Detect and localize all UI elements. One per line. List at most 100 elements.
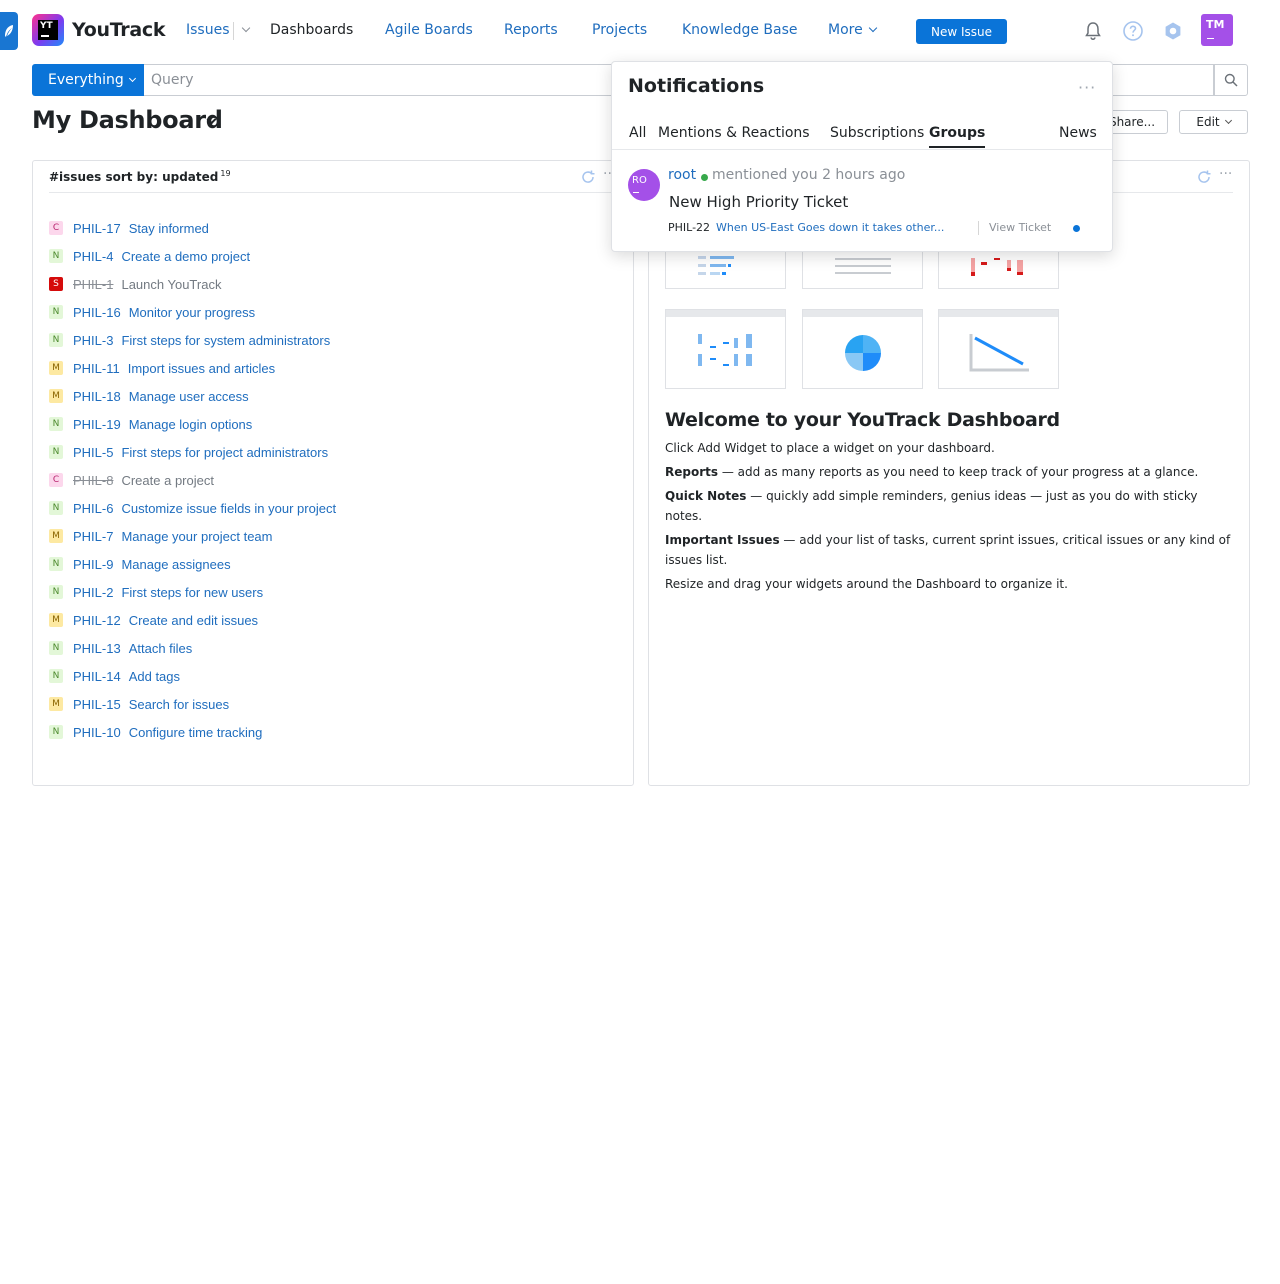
chevron-down-icon bbox=[868, 23, 877, 33]
issue-id-link[interactable]: PHIL-13 bbox=[73, 641, 121, 656]
issue-summary-link[interactable]: Configure time tracking bbox=[129, 725, 263, 740]
issue-id-link[interactable]: PHIL-1 bbox=[73, 277, 113, 292]
issue-summary-link[interactable]: First steps for project administrators bbox=[121, 445, 328, 460]
new-issue-button[interactable]: New Issue bbox=[916, 19, 1007, 44]
issue-row[interactable]: N PHIL-4 Create a demo project bbox=[49, 242, 336, 270]
issue-row[interactable]: N PHIL-19 Manage login options bbox=[49, 410, 336, 438]
refresh-icon[interactable] bbox=[580, 169, 596, 185]
issue-id-link[interactable]: PHIL-11 bbox=[73, 361, 120, 376]
tab-all[interactable]: All bbox=[629, 125, 646, 141]
issue-summary-link[interactable]: Search for issues bbox=[129, 697, 229, 712]
issue-id-link[interactable]: PHIL-17 bbox=[73, 221, 121, 236]
issue-summary-link[interactable]: Manage login options bbox=[129, 417, 253, 432]
issue-id-link[interactable]: PHIL-4 bbox=[73, 249, 113, 264]
nav-more[interactable]: More bbox=[828, 22, 877, 42]
tab-groups[interactable]: Groups bbox=[929, 125, 986, 148]
issue-id-link[interactable]: PHIL-7 bbox=[73, 529, 113, 544]
issue-summary-link[interactable]: Add tags bbox=[129, 669, 180, 684]
issue-row[interactable]: S PHIL-1 Launch YouTrack bbox=[49, 270, 336, 298]
issue-row[interactable]: N PHIL-6 Customize issue fields in your pr… bbox=[49, 494, 336, 522]
view-ticket-button[interactable]: View Ticket bbox=[989, 221, 1051, 234]
issue-row[interactable]: N PHIL-13 Attach files bbox=[49, 634, 336, 662]
help-icon[interactable] bbox=[1122, 20, 1144, 42]
nav-agile-boards[interactable]: Agile Boards bbox=[385, 22, 473, 42]
search-button[interactable] bbox=[1214, 64, 1248, 96]
unread-indicator-icon[interactable] bbox=[1073, 225, 1080, 232]
welcome-body: Click Add Widget to place a widget on yo… bbox=[665, 438, 1237, 598]
issue-summary-link[interactable]: Create a demo project bbox=[121, 249, 250, 264]
issue-id-link[interactable]: PHIL-15 bbox=[73, 697, 121, 712]
issue-summary-link[interactable]: Manage assignees bbox=[121, 557, 230, 572]
issue-row[interactable]: M PHIL-18 Manage user access bbox=[49, 382, 336, 410]
edit-button[interactable]: Edit bbox=[1179, 110, 1248, 134]
issue-row[interactable]: M PHIL-15 Search for issues bbox=[49, 690, 336, 718]
issue-id-link[interactable]: PHIL-18 bbox=[73, 389, 121, 404]
issue-summary-link[interactable]: Customize issue fields in your project bbox=[121, 501, 336, 516]
issue-row[interactable]: N PHIL-14 Add tags bbox=[49, 662, 336, 690]
nav-knowledge-base[interactable]: Knowledge Base bbox=[682, 22, 798, 42]
issue-id-link[interactable]: PHIL-6 bbox=[73, 501, 113, 516]
issue-id-link[interactable]: PHIL-12 bbox=[73, 613, 121, 628]
tab-mentions-reactions[interactable]: Mentions & Reactions bbox=[658, 125, 810, 141]
notification-user-link[interactable]: root bbox=[668, 167, 696, 183]
refresh-icon[interactable] bbox=[1196, 169, 1212, 185]
issue-id-link[interactable]: PHIL-9 bbox=[73, 557, 113, 572]
issue-summary-link[interactable]: First steps for new users bbox=[121, 585, 263, 600]
issues-widget[interactable]: #issues sort by: updated 19 ··· C PHIL-17 S… bbox=[32, 160, 634, 786]
issue-summary-link[interactable]: Attach files bbox=[129, 641, 193, 656]
priority-badge: N bbox=[49, 669, 63, 683]
issue-row[interactable]: C PHIL-17 Stay informed bbox=[49, 214, 336, 242]
issue-summary-link[interactable]: Create and edit issues bbox=[129, 613, 258, 628]
more-options-icon[interactable]: ··· bbox=[1078, 78, 1096, 97]
youtrack-logo[interactable]: YT YouTrack bbox=[32, 14, 165, 46]
issue-id-link[interactable]: PHIL-5 bbox=[73, 445, 113, 460]
issue-summary-link[interactable]: First steps for system administrators bbox=[121, 333, 330, 348]
issue-summary-link[interactable]: Manage user access bbox=[129, 389, 249, 404]
welcome-widget[interactable]: ··· Welcome to your YouTrack Dashboard C… bbox=[648, 160, 1250, 786]
user-avatar[interactable]: TM bbox=[1201, 14, 1233, 46]
nav-dashboards[interactable]: Dashboards bbox=[270, 22, 353, 42]
priority-badge: N bbox=[49, 641, 63, 655]
issue-row[interactable]: N PHIL-3 First steps for system administra… bbox=[49, 326, 336, 354]
issue-summary-link[interactable]: Monitor your progress bbox=[129, 305, 255, 320]
notification-avatar[interactable]: RO bbox=[628, 169, 660, 201]
page-title[interactable]: My Dashboard bbox=[32, 106, 223, 134]
issue-summary-link[interactable]: Launch YouTrack bbox=[121, 277, 221, 292]
notification-issue-link[interactable]: When US-East Goes down it takes other... bbox=[716, 221, 944, 234]
issue-id-link[interactable]: PHIL-10 bbox=[73, 725, 121, 740]
issue-row[interactable]: N PHIL-2 First steps for new users bbox=[49, 578, 336, 606]
issue-summary-link[interactable]: Stay informed bbox=[129, 221, 209, 236]
list-widget-preview-icon bbox=[665, 247, 786, 289]
issue-id-link[interactable]: PHIL-3 bbox=[73, 333, 113, 348]
issue-summary-link[interactable]: Import issues and articles bbox=[128, 361, 275, 376]
issue-row[interactable]: N PHIL-10 Configure time tracking bbox=[49, 718, 336, 746]
issue-row[interactable]: N PHIL-16 Monitor your progress bbox=[49, 298, 336, 326]
issue-row[interactable]: N PHIL-5 First steps for project administr… bbox=[49, 438, 336, 466]
notifications-bell-icon[interactable] bbox=[1082, 20, 1104, 42]
settings-gear-icon[interactable] bbox=[1162, 20, 1184, 42]
issue-id-link[interactable]: PHIL-16 bbox=[73, 305, 121, 320]
issue-id-link[interactable]: PHIL-8 bbox=[73, 473, 113, 488]
issue-row[interactable]: M PHIL-12 Create and edit issues bbox=[49, 606, 336, 634]
tab-subscriptions[interactable]: Subscriptions bbox=[830, 125, 924, 141]
more-options-icon[interactable]: ··· bbox=[1219, 167, 1235, 185]
app-name: YouTrack bbox=[72, 19, 166, 41]
issue-id-link[interactable]: PHIL-14 bbox=[73, 669, 121, 684]
issue-row[interactable]: C PHIL-8 Create a project bbox=[49, 466, 336, 494]
text-widget-preview-icon bbox=[802, 247, 923, 289]
issue-row[interactable]: N PHIL-9 Manage assignees bbox=[49, 550, 336, 578]
issue-id-link[interactable]: PHIL-2 bbox=[73, 585, 113, 600]
tab-news[interactable]: News bbox=[1059, 125, 1097, 141]
nav-issues[interactable]: Issues bbox=[186, 22, 230, 42]
issue-summary-link[interactable]: Create a project bbox=[121, 473, 214, 488]
welcome-intro: Click Add Widget to place a widget on yo… bbox=[665, 441, 995, 455]
issue-id-link[interactable]: PHIL-19 bbox=[73, 417, 121, 432]
issue-summary-link[interactable]: Manage your project team bbox=[121, 529, 272, 544]
priority-badge: N bbox=[49, 725, 63, 739]
issues-dropdown-toggle[interactable] bbox=[236, 22, 251, 42]
search-context-dropdown[interactable]: Everything bbox=[32, 64, 144, 96]
nav-reports[interactable]: Reports bbox=[504, 22, 558, 42]
issue-row[interactable]: M PHIL-7 Manage your project team bbox=[49, 522, 336, 550]
issue-row[interactable]: M PHIL-11 Import issues and articles bbox=[49, 354, 336, 382]
nav-projects[interactable]: Projects bbox=[592, 22, 647, 42]
